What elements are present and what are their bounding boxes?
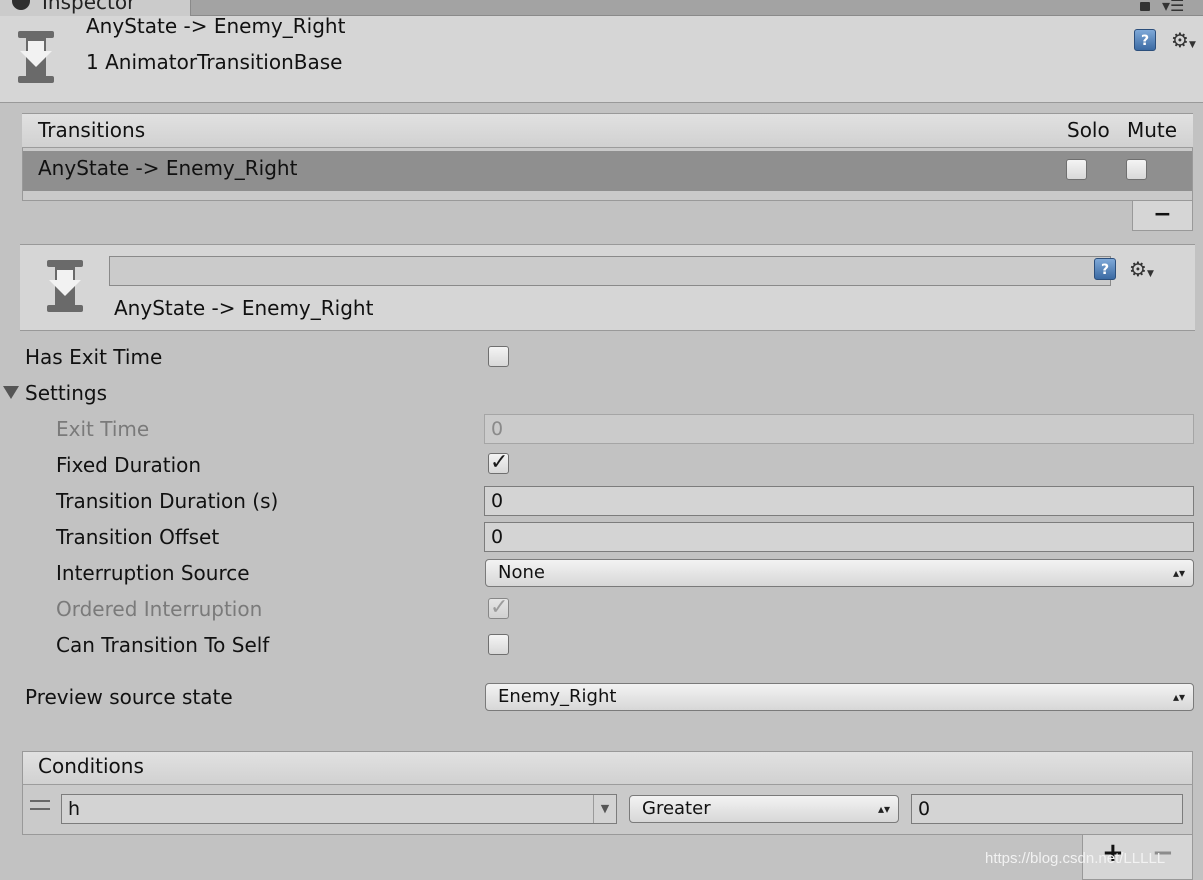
gear-icon: ⚙ [1129, 257, 1147, 281]
lock-icon[interactable] [1140, 2, 1150, 11]
transition-offset-label: Transition Offset [56, 525, 220, 549]
transition-duration-label: Transition Duration (s) [56, 489, 279, 513]
inspector-tab-label: Inspector [42, 0, 136, 14]
fixed-duration-label: Fixed Duration [56, 453, 202, 477]
condition-parameter-field[interactable]: h ▼ [61, 794, 617, 824]
tab-menu-icon[interactable]: ▾☰ [1162, 0, 1184, 15]
watermark-text: https://blog.csdn.net/LLLLL [985, 850, 1166, 867]
conditions-list-header [22, 751, 1193, 785]
remove-transition-button[interactable]: − [1132, 201, 1193, 231]
preview-source-state-value: Enemy_Right [498, 686, 617, 707]
exit-time-field: 0 [484, 414, 1194, 444]
mute-checkbox[interactable] [1126, 159, 1147, 180]
gear-menu-icon[interactable]: ⚙▼ [1171, 28, 1196, 52]
interruption-source-label: Interruption Source [56, 561, 250, 585]
fixed-duration-checkbox[interactable]: ✓ [488, 450, 509, 475]
checkmark-icon: ✓ [490, 595, 509, 620]
transition-icon [47, 260, 83, 312]
gear-menu-icon[interactable]: ⚙▼ [1129, 257, 1154, 281]
transition-title: AnyState -> Enemy_Right [114, 296, 374, 320]
header-subtitle: 1 AnimatorTransitionBase [86, 50, 343, 74]
condition-parameter-value: h [68, 798, 81, 820]
checkmark-icon: ✓ [490, 450, 509, 475]
preview-source-state-label: Preview source state [25, 685, 233, 709]
dropdown-arrow-icon: ▼ [1188, 40, 1196, 50]
help-icon[interactable]: ? [1134, 29, 1156, 51]
dropdown-arrows-icon: ▴▾ [1172, 566, 1185, 580]
mute-column-label: Mute [1127, 118, 1178, 142]
solo-checkbox[interactable] [1066, 159, 1087, 180]
has-exit-time-label: Has Exit Time [25, 345, 163, 369]
ordered-interruption-label: Ordered Interruption [56, 597, 263, 621]
inspector-icon [12, 0, 30, 10]
settings-foldout-label[interactable]: Settings [25, 381, 107, 405]
can-transition-to-self-checkbox[interactable] [488, 634, 509, 655]
solo-column-label: Solo [1067, 118, 1110, 142]
interruption-source-dropdown[interactable]: None ▴▾ [485, 559, 1194, 587]
header-title: AnyState -> Enemy_Right [86, 14, 346, 38]
condition-mode-dropdown[interactable]: Greater ▴▾ [629, 795, 899, 823]
can-transition-to-self-label: Can Transition To Self [56, 633, 270, 657]
dropdown-arrows-icon: ▴▾ [1172, 690, 1185, 704]
condition-threshold-field[interactable]: 0 [911, 794, 1183, 824]
transition-row-label: AnyState -> Enemy_Right [38, 156, 298, 180]
ordered-interruption-checkbox: ✓ [488, 595, 509, 620]
preview-source-state-dropdown[interactable]: Enemy_Right ▴▾ [485, 683, 1194, 711]
transition-name-field[interactable] [109, 256, 1111, 286]
interruption-source-value: None [498, 562, 545, 583]
transitions-header-label: Transitions [38, 118, 146, 142]
dropdown-arrows-icon: ▴▾ [877, 802, 890, 816]
condition-mode-value: Greater [642, 798, 711, 819]
has-exit-time-checkbox[interactable] [488, 346, 509, 367]
conditions-header-label: Conditions [38, 754, 144, 778]
parameter-dropdown-icon[interactable]: ▼ [593, 795, 616, 823]
transition-offset-field[interactable]: 0 [484, 522, 1194, 552]
dropdown-arrow-icon: ▼ [1146, 269, 1154, 279]
transitions-list-header [22, 114, 1193, 148]
gear-icon: ⚙ [1171, 28, 1189, 52]
transition-icon [18, 31, 54, 83]
help-icon[interactable]: ? [1094, 258, 1116, 280]
transition-duration-field[interactable]: 0 [484, 486, 1194, 516]
drag-handle-icon[interactable] [30, 800, 50, 810]
exit-time-label: Exit Time [56, 417, 150, 441]
foldout-arrow-icon[interactable] [3, 386, 19, 399]
